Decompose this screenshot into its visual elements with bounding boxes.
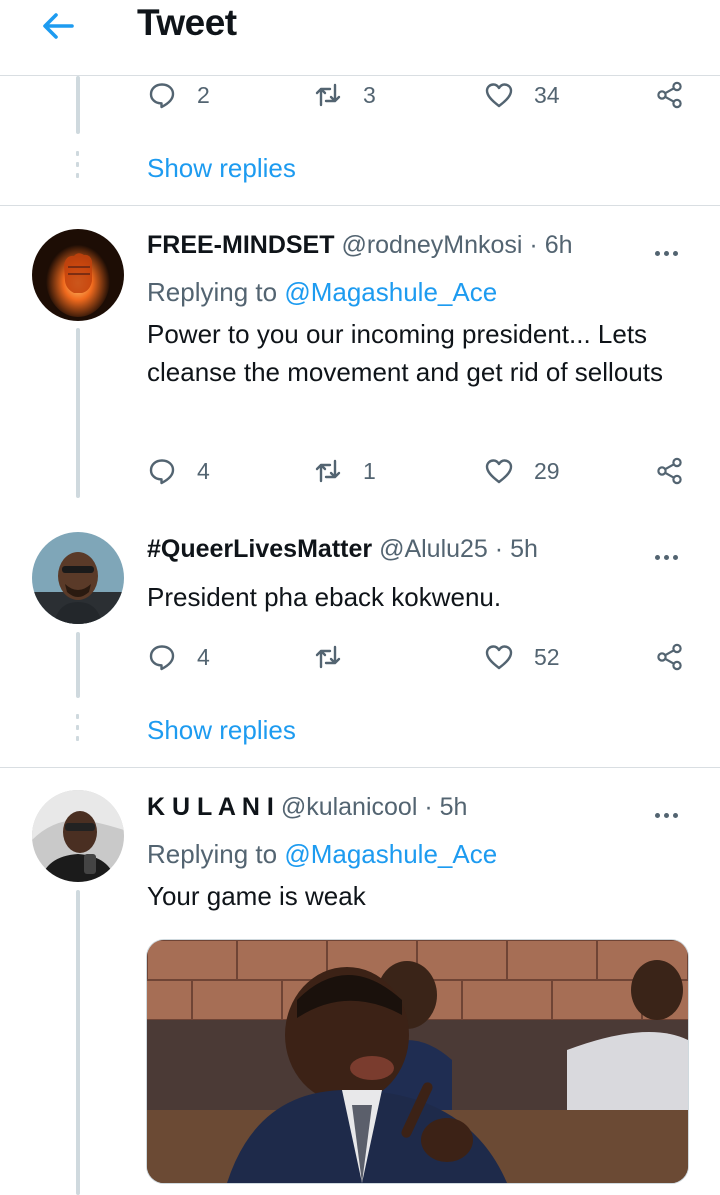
retweet-count: 3	[363, 81, 376, 108]
timestamp[interactable]: 6h	[545, 231, 573, 259]
reply-count: 4	[197, 457, 210, 484]
divider	[0, 205, 720, 206]
tweet-header: K U L A N I @kulanicool · 5h	[147, 793, 467, 822]
reply-count: 2	[197, 81, 210, 108]
reply-icon	[149, 645, 175, 671]
tweet-header: #QueerLivesMatter @Alulu25 · 5h	[147, 535, 538, 564]
share-icon	[657, 81, 682, 109]
replying-to: Replying to @Magashule_Ace	[147, 277, 497, 308]
thread-line	[76, 328, 80, 498]
like-button[interactable]: 34	[484, 80, 560, 110]
top-bar: Tweet	[0, 0, 720, 76]
mention-link[interactable]: @Magashule_Ace	[284, 277, 497, 307]
back-button[interactable]	[38, 8, 78, 44]
timestamp[interactable]: 5h	[510, 535, 538, 563]
thread-line	[76, 890, 80, 1195]
thread-line	[76, 632, 80, 698]
display-name[interactable]: #QueerLivesMatter	[147, 535, 372, 563]
tweet-header: FREE-MINDSET @rodneyMnkosi · 6h	[147, 231, 573, 260]
reply-button[interactable]: 4	[147, 456, 210, 486]
tweet-text: President pha eback kokwenu.	[147, 582, 502, 612]
like-count: 29	[534, 457, 560, 484]
share-button[interactable]	[655, 80, 685, 110]
separator-dot: ·	[494, 535, 504, 563]
display-name[interactable]: K U L A N I	[147, 793, 274, 821]
show-replies-link[interactable]: Show replies	[147, 153, 296, 184]
timestamp[interactable]: 5h	[440, 793, 468, 821]
like-button[interactable]: 29	[484, 456, 560, 486]
more-button[interactable]	[655, 547, 685, 560]
retweet-icon	[315, 645, 341, 669]
mention-link[interactable]: @Magashule_Ace	[284, 839, 497, 869]
retweet-button[interactable]	[313, 642, 343, 672]
thread-line	[76, 76, 80, 134]
reply-button[interactable]: 2	[147, 80, 210, 110]
replying-to: Replying to @Magashule_Ace	[147, 839, 497, 870]
thread-dots	[76, 714, 80, 747]
arrow-left-icon	[43, 13, 74, 39]
separator-dot: ·	[424, 793, 433, 821]
retweet-icon	[315, 459, 341, 483]
replying-label: Replying to	[147, 839, 278, 869]
tweet-text: Power to you our incoming president... L…	[147, 319, 663, 387]
more-button[interactable]	[655, 805, 685, 818]
separator-dot: ·	[529, 231, 538, 259]
thread-dots	[76, 151, 80, 184]
retweet-button[interactable]: 3	[313, 80, 376, 110]
share-icon	[657, 457, 682, 485]
share-button[interactable]	[655, 456, 685, 486]
like-count: 34	[534, 81, 560, 108]
reply-button[interactable]: 4	[147, 642, 210, 672]
replying-label: Replying to	[147, 277, 278, 307]
more-icon	[655, 547, 682, 564]
reply-count: 4	[197, 643, 210, 670]
reply-icon	[149, 459, 175, 485]
more-icon	[655, 805, 682, 822]
like-icon	[485, 459, 513, 484]
share-icon	[657, 643, 682, 671]
like-icon	[485, 645, 513, 670]
tweet-media-image[interactable]	[146, 939, 689, 1184]
reply-icon	[149, 83, 175, 109]
divider	[0, 767, 720, 768]
more-button[interactable]	[655, 243, 685, 256]
avatar[interactable]	[32, 532, 124, 624]
user-handle[interactable]: @rodneyMnkosi	[341, 231, 522, 259]
more-icon	[655, 243, 682, 260]
retweet-button[interactable]: 1	[313, 456, 376, 486]
tweet-text: Your game is weak	[147, 881, 366, 911]
share-button[interactable]	[655, 642, 685, 672]
display-name[interactable]: FREE-MINDSET	[147, 231, 335, 259]
avatar[interactable]	[32, 229, 124, 321]
user-handle[interactable]: @Alulu25	[379, 535, 488, 563]
retweet-icon	[315, 83, 341, 107]
like-count: 52	[534, 643, 560, 670]
show-replies-link[interactable]: Show replies	[147, 715, 296, 746]
user-handle[interactable]: @kulanicool	[281, 793, 418, 821]
like-icon	[485, 83, 513, 108]
retweet-count: 1	[363, 457, 376, 484]
like-button[interactable]: 52	[484, 642, 560, 672]
avatar[interactable]	[32, 790, 124, 882]
page-title: Tweet	[137, 2, 237, 43]
